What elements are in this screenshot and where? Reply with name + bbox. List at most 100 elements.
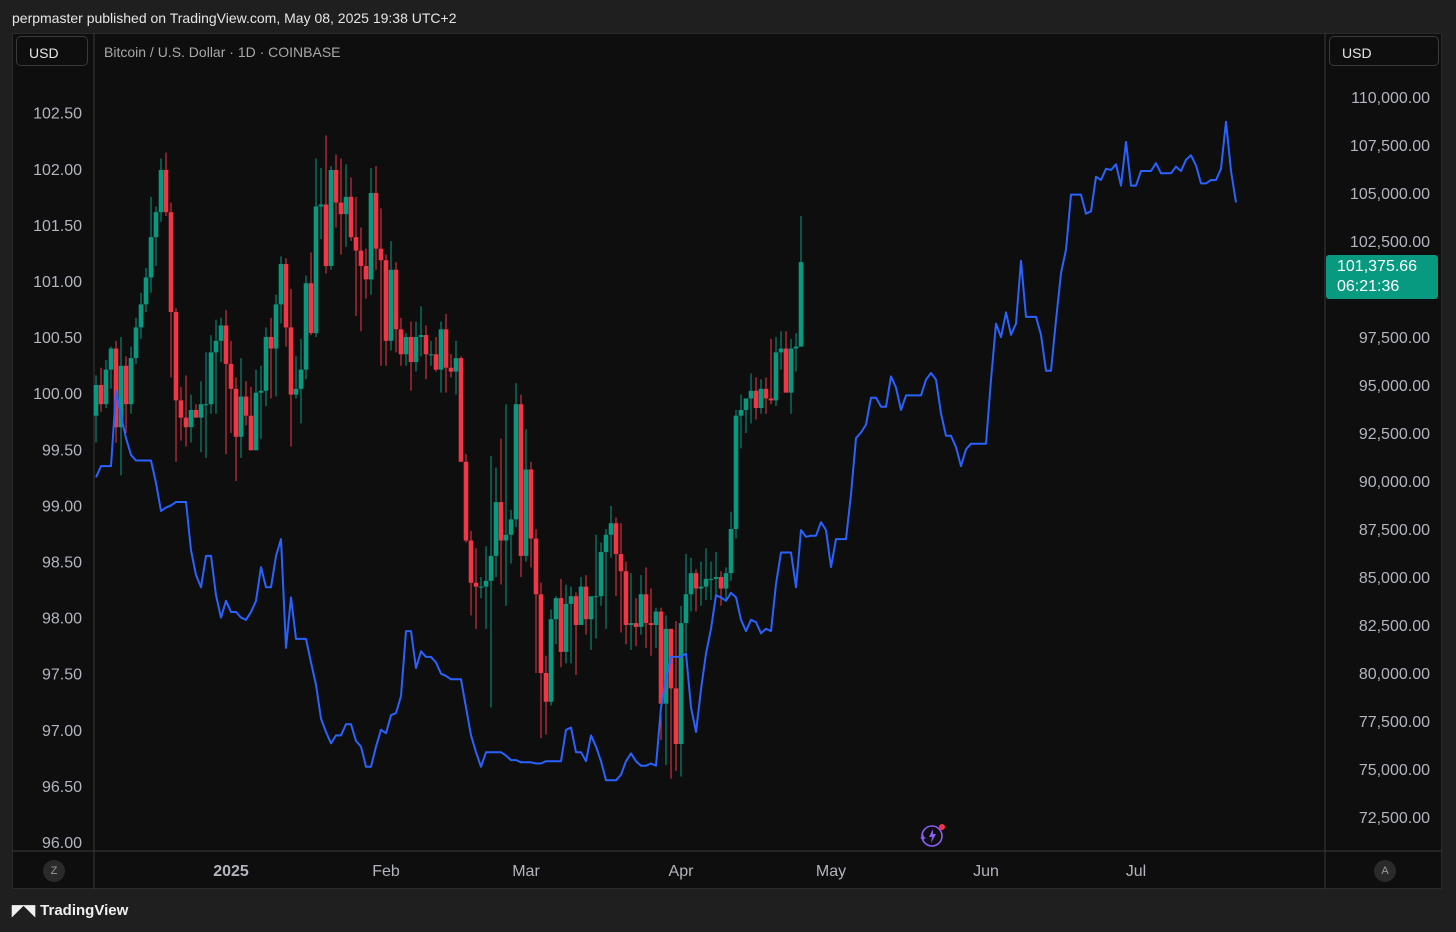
candle bbox=[128, 346, 134, 414]
candle bbox=[783, 331, 789, 393]
candle bbox=[668, 628, 674, 779]
candle bbox=[558, 578, 564, 668]
candle bbox=[163, 152, 169, 217]
candle bbox=[408, 321, 414, 391]
time-axis-tick: Apr bbox=[669, 863, 695, 880]
tradingview-logo-icon: ◤◥ bbox=[12, 902, 36, 919]
candle bbox=[383, 254, 389, 366]
candle bbox=[313, 158, 319, 337]
candle bbox=[678, 605, 684, 777]
candle bbox=[603, 529, 609, 629]
time-axis-tick: Mar bbox=[512, 863, 540, 880]
left-currency-button[interactable]: USD bbox=[16, 36, 88, 66]
candle bbox=[298, 338, 304, 424]
candle bbox=[443, 313, 449, 393]
candle bbox=[713, 552, 719, 597]
candle bbox=[373, 166, 379, 270]
candle bbox=[323, 135, 329, 274]
time-axis-tick: May bbox=[816, 863, 846, 880]
candle bbox=[428, 340, 434, 366]
left-axis-tick: 98.50 bbox=[42, 555, 82, 572]
candle bbox=[423, 325, 429, 380]
candle bbox=[758, 379, 764, 414]
last-price-label: 101,375.66 06:21:36 bbox=[1326, 255, 1438, 299]
candle bbox=[253, 369, 259, 451]
candle bbox=[138, 292, 144, 339]
candle bbox=[193, 404, 199, 418]
candle bbox=[778, 331, 784, 370]
candle bbox=[453, 340, 459, 395]
symbol-title: Bitcoin / U.S. Dollar · 1D · COINBASE bbox=[104, 44, 341, 60]
candle bbox=[98, 367, 104, 412]
candle bbox=[233, 377, 239, 481]
left-axis-tick: 100.50 bbox=[33, 330, 82, 347]
candle bbox=[378, 208, 384, 366]
candle bbox=[158, 158, 164, 222]
candle bbox=[363, 248, 369, 299]
candle bbox=[463, 454, 469, 543]
candle bbox=[773, 337, 779, 407]
candle bbox=[218, 317, 224, 362]
candle bbox=[513, 383, 519, 528]
candle bbox=[478, 577, 484, 599]
right-axis-tick: 90,000.00 bbox=[1359, 474, 1430, 491]
candle bbox=[553, 596, 559, 645]
candle bbox=[483, 546, 489, 629]
zoom-button[interactable]: Z bbox=[43, 860, 65, 882]
candle bbox=[673, 621, 679, 771]
candle bbox=[528, 461, 534, 568]
right-axis-tick: 80,000.00 bbox=[1359, 666, 1430, 683]
candle bbox=[393, 262, 399, 353]
candle bbox=[743, 398, 749, 433]
right-axis-tick: 95,000.00 bbox=[1359, 378, 1430, 395]
left-axis: 102.50 102.00 101.50 101.00 100.50 100.00 99.5… bbox=[33, 106, 82, 852]
time-axis-tick: 2025 bbox=[213, 863, 249, 880]
last-price-value: 101,375.66 bbox=[1337, 258, 1418, 275]
line-series bbox=[95, 120, 1237, 782]
candle bbox=[338, 158, 344, 255]
candle bbox=[288, 289, 294, 447]
candle bbox=[388, 241, 394, 351]
candle bbox=[748, 373, 754, 424]
candle bbox=[598, 542, 604, 606]
candle bbox=[238, 358, 244, 458]
candle bbox=[353, 196, 359, 316]
candle bbox=[583, 575, 589, 635]
right-axis-tick: 85,000.00 bbox=[1359, 570, 1430, 587]
candle bbox=[148, 196, 154, 293]
candle bbox=[398, 317, 404, 366]
candle bbox=[153, 206, 159, 266]
spark-icon[interactable] bbox=[920, 824, 945, 847]
tradingview-logo[interactable]: ◤◥ TradingView bbox=[12, 901, 128, 919]
candle bbox=[263, 327, 269, 407]
candle bbox=[508, 509, 514, 564]
candle bbox=[768, 338, 774, 405]
candle bbox=[318, 168, 324, 240]
candle bbox=[573, 592, 579, 675]
candle bbox=[328, 166, 334, 270]
candle bbox=[103, 360, 109, 409]
time-axis: 2025 Feb Mar Apr May Jun Jul bbox=[213, 863, 1146, 880]
candle bbox=[133, 317, 139, 364]
candle bbox=[593, 534, 599, 639]
candle bbox=[413, 321, 419, 372]
candle bbox=[643, 567, 649, 649]
bar-countdown: 06:21:36 bbox=[1337, 278, 1400, 295]
candle bbox=[278, 256, 284, 324]
candle bbox=[763, 377, 769, 414]
chart-svg[interactable]: 102.50 102.00 101.50 101.00 100.50 100.00 99.5… bbox=[0, 0, 1456, 932]
candle bbox=[653, 607, 659, 649]
candle bbox=[788, 338, 794, 414]
candle bbox=[468, 530, 474, 616]
candle bbox=[648, 588, 654, 656]
right-currency-button[interactable]: USD bbox=[1329, 36, 1439, 66]
candle bbox=[243, 381, 249, 426]
right-axis-tick: 107,500.00 bbox=[1350, 138, 1430, 155]
auto-scale-button[interactable]: A bbox=[1374, 860, 1396, 882]
right-axis-tick: 82,500.00 bbox=[1359, 618, 1430, 635]
candle bbox=[488, 456, 494, 708]
left-axis-tick: 96.00 bbox=[42, 835, 82, 852]
right-axis-tick: 72,500.00 bbox=[1359, 810, 1430, 827]
right-axis-tick: 102,500.00 bbox=[1350, 234, 1430, 251]
candle bbox=[293, 356, 299, 399]
